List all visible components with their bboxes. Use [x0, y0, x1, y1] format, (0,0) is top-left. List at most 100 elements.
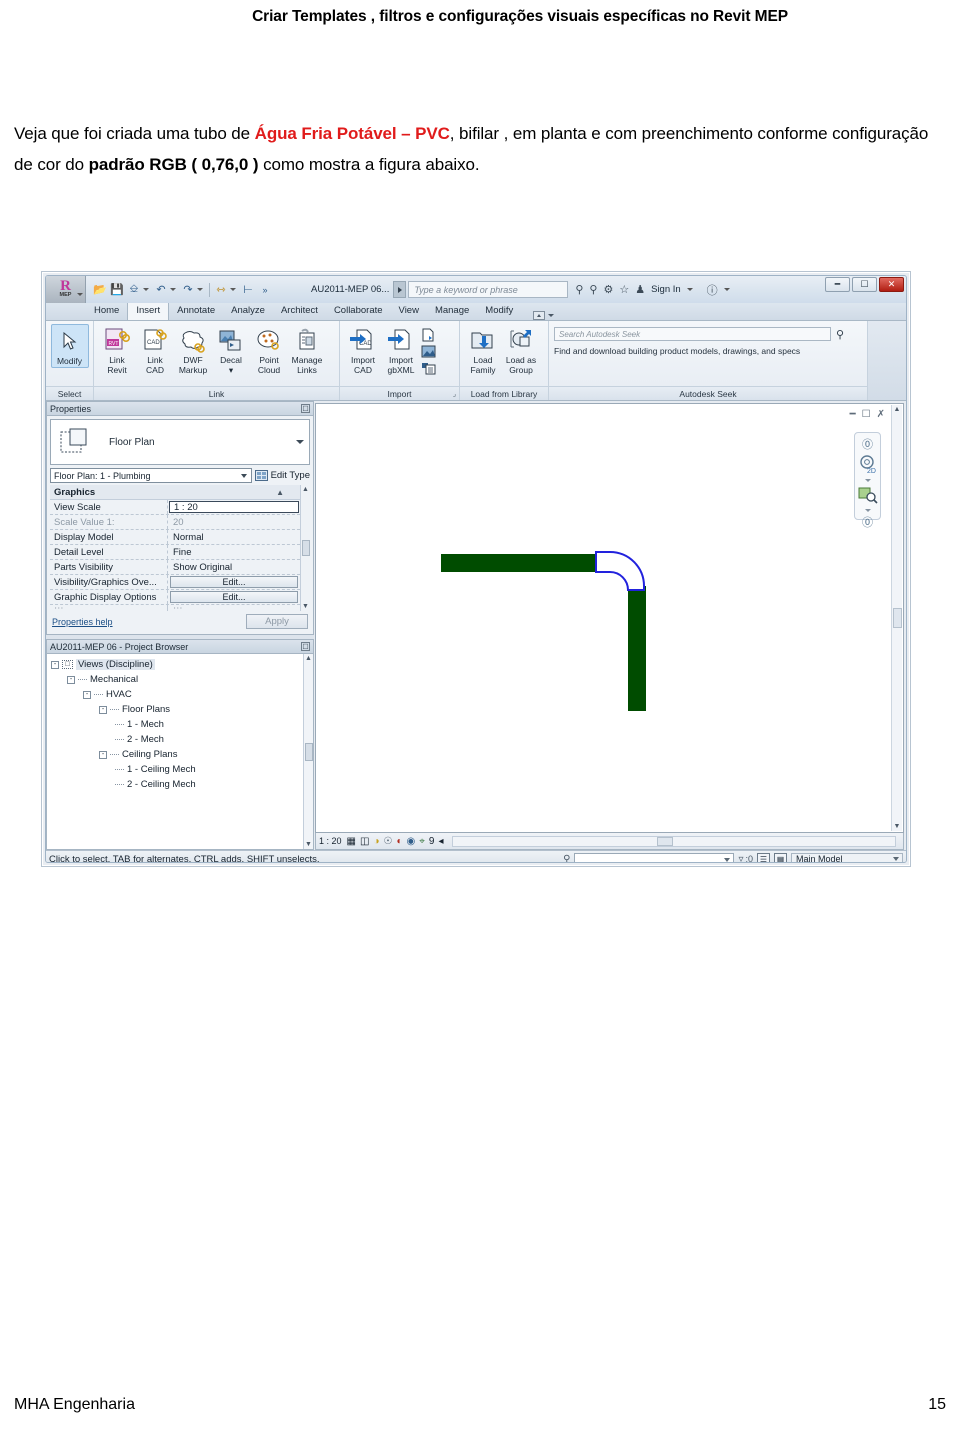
favorites-star-icon[interactable]: ☆: [619, 283, 629, 296]
tab-collaborate[interactable]: Collaborate: [326, 302, 391, 320]
close-navbar-icon[interactable]: ⓪: [862, 436, 873, 452]
load-as-group-button[interactable]: Load as Group: [502, 324, 540, 375]
revit-application-menu-button[interactable]: R MEP: [46, 276, 86, 303]
worksets-icon[interactable]: ▦: [774, 853, 787, 862]
tab-modify[interactable]: Modify: [477, 302, 521, 320]
ribbon-minimize-control[interactable]: [533, 311, 555, 320]
property-value[interactable]: Normal: [168, 530, 300, 544]
tree-toggle-icon[interactable]: -: [83, 690, 91, 699]
property-row-detail-level[interactable]: Detail Level Fine: [50, 545, 300, 560]
modify-button[interactable]: Modify: [50, 324, 89, 368]
edit-type-button[interactable]: Edit Type: [254, 470, 310, 481]
tree-item-floor-plans[interactable]: - Floor Plans: [51, 702, 303, 717]
undo-icon[interactable]: ↶: [153, 282, 169, 298]
scroll-up-icon[interactable]: ▲: [894, 406, 901, 413]
tree-item-2-ceiling-mech[interactable]: 2 - Ceiling Mech: [51, 777, 303, 792]
property-value[interactable]: Fine: [168, 545, 300, 559]
canvas-vertical-scrollbar[interactable]: ▲ ▼: [891, 405, 902, 831]
type-preview-selector[interactable]: Floor Plan: [50, 419, 310, 465]
tree-item-1-mech[interactable]: 1 - Mech: [51, 717, 303, 732]
shadows-icon[interactable]: ◐: [396, 836, 402, 847]
crop-view-icon[interactable]: ⌖: [419, 836, 425, 847]
drawing-canvas[interactable]: ━ ☐ ✗ ⓪ 2D ⓪ ▲ ▼: [315, 403, 904, 833]
save-icon[interactable]: 💾: [109, 282, 125, 298]
scale-grid-icon[interactable]: ▦: [347, 836, 356, 847]
chevron-down-icon[interactable]: [240, 473, 247, 478]
document-list-button[interactable]: [393, 281, 407, 298]
filter-count-group[interactable]: ▿ :0: [738, 854, 753, 863]
type-selector-combo[interactable]: Floor Plan: 1 - Plumbing: [50, 468, 252, 483]
chevron-down-icon[interactable]: [548, 314, 555, 317]
close-icon[interactable]: ☐: [301, 404, 310, 413]
pipe-elbow-fitting[interactable]: [594, 550, 650, 592]
help-icon[interactable]: ⓘ: [707, 282, 718, 298]
tree-item-views-discipline[interactable]: - □ Views (Discipline): [51, 657, 303, 672]
properties-help-link[interactable]: Properties help: [52, 617, 113, 627]
measure-icon[interactable]: ⇿: [213, 282, 229, 298]
chevron-down-icon[interactable]: [686, 288, 693, 291]
tab-architect[interactable]: Architect: [273, 302, 326, 320]
property-row-display-model[interactable]: Display Model Normal: [50, 530, 300, 545]
detail-level-icon[interactable]: ◫: [360, 836, 369, 847]
graphic-display-options-edit-button[interactable]: Edit...: [170, 591, 298, 603]
manage-images-icon[interactable]: [420, 361, 436, 376]
scrollbar-thumb[interactable]: [892, 608, 902, 628]
tree-toggle-icon[interactable]: -: [67, 675, 75, 684]
panel-dialog-launcher-icon[interactable]: ⌟: [453, 390, 456, 398]
close-view-icon[interactable]: ✗: [877, 409, 885, 420]
manage-links-button[interactable]: Manage Links: [288, 324, 326, 375]
dwf-markup-button[interactable]: DWF Markup: [174, 324, 212, 375]
tab-home[interactable]: Home: [86, 302, 127, 320]
tree-toggle-icon[interactable]: -: [51, 660, 59, 669]
pipe-vertical-segment[interactable]: [628, 586, 646, 711]
navbar-settings-icon[interactable]: ⓪: [862, 514, 873, 530]
properties-group-graphics[interactable]: Graphics ▲: [50, 485, 300, 500]
scroll-up-icon[interactable]: ▲: [305, 655, 312, 662]
minimize-view-icon[interactable]: ━: [850, 409, 856, 420]
decal-dropdown-caret[interactable]: ▾: [229, 365, 233, 376]
image-icon[interactable]: [420, 344, 436, 359]
chevron-down-icon[interactable]: [724, 857, 731, 862]
scrollbar-thumb[interactable]: [656, 836, 673, 846]
project-browser-scrollbar[interactable]: ▲ ▼: [303, 654, 313, 849]
import-gbxml-button[interactable]: Import gbXML: [382, 324, 420, 375]
properties-scrollbar[interactable]: ▲ ▼: [300, 485, 310, 611]
sign-in-label[interactable]: Sign In: [651, 284, 681, 295]
view-scale-label[interactable]: 1 : 20: [319, 836, 342, 846]
property-row-graphic-display-options[interactable]: Graphic Display Options Edit...: [50, 590, 300, 605]
render-icon[interactable]: ◉: [407, 836, 416, 847]
zoom-region-icon[interactable]: [858, 486, 878, 507]
pipe-horizontal-segment[interactable]: [441, 554, 596, 572]
tab-insert[interactable]: Insert: [127, 301, 170, 320]
infocenter-search-input[interactable]: Type a keyword or phrase: [408, 281, 569, 298]
scrollbar-thumb[interactable]: [301, 540, 310, 556]
tab-view[interactable]: View: [391, 302, 427, 320]
restore-button[interactable]: ☐: [852, 277, 877, 292]
overflow-icon[interactable]: »: [257, 282, 273, 298]
print-icon[interactable]: ⎒: [126, 282, 142, 298]
subscription-icon[interactable]: ⚲: [589, 283, 597, 296]
chevron-down-icon[interactable]: [197, 288, 203, 291]
decal-button[interactable]: Decal ▾: [212, 324, 250, 375]
chevron-down-icon[interactable]: [170, 288, 176, 291]
scroll-down-icon[interactable]: ▼: [302, 603, 309, 610]
chevron-up-icon[interactable]: ▲: [276, 488, 284, 497]
steering-wheel-2d-icon[interactable]: 2D: [858, 454, 878, 477]
communication-icon[interactable]: ⚙: [603, 283, 613, 296]
sun-path-icon[interactable]: ☉: [383, 836, 392, 847]
analytical-model-icon[interactable]: ◂: [438, 836, 443, 847]
scroll-up-icon[interactable]: ▲: [302, 486, 309, 493]
canvas-horizontal-scrollbar[interactable]: [452, 835, 896, 847]
ribbon-collapse-icon[interactable]: [533, 311, 546, 320]
scrollbar-thumb[interactable]: [304, 742, 313, 761]
chevron-down-icon[interactable]: [296, 440, 304, 444]
point-cloud-button[interactable]: Point Cloud: [250, 324, 288, 375]
sign-in-icon[interactable]: ♟: [635, 283, 645, 296]
property-row-visibility-graphics[interactable]: Visibility/Graphics Ove... Edit...: [50, 575, 300, 590]
tree-item-ceiling-plans[interactable]: - Ceiling Plans: [51, 747, 303, 762]
apply-button[interactable]: Apply: [246, 614, 308, 629]
property-row-parts-visibility[interactable]: Parts Visibility Show Original: [50, 560, 300, 575]
visual-style-icon[interactable]: ◑: [373, 836, 379, 847]
tab-manage[interactable]: Manage: [427, 302, 477, 320]
chevron-down-icon[interactable]: [230, 288, 236, 291]
